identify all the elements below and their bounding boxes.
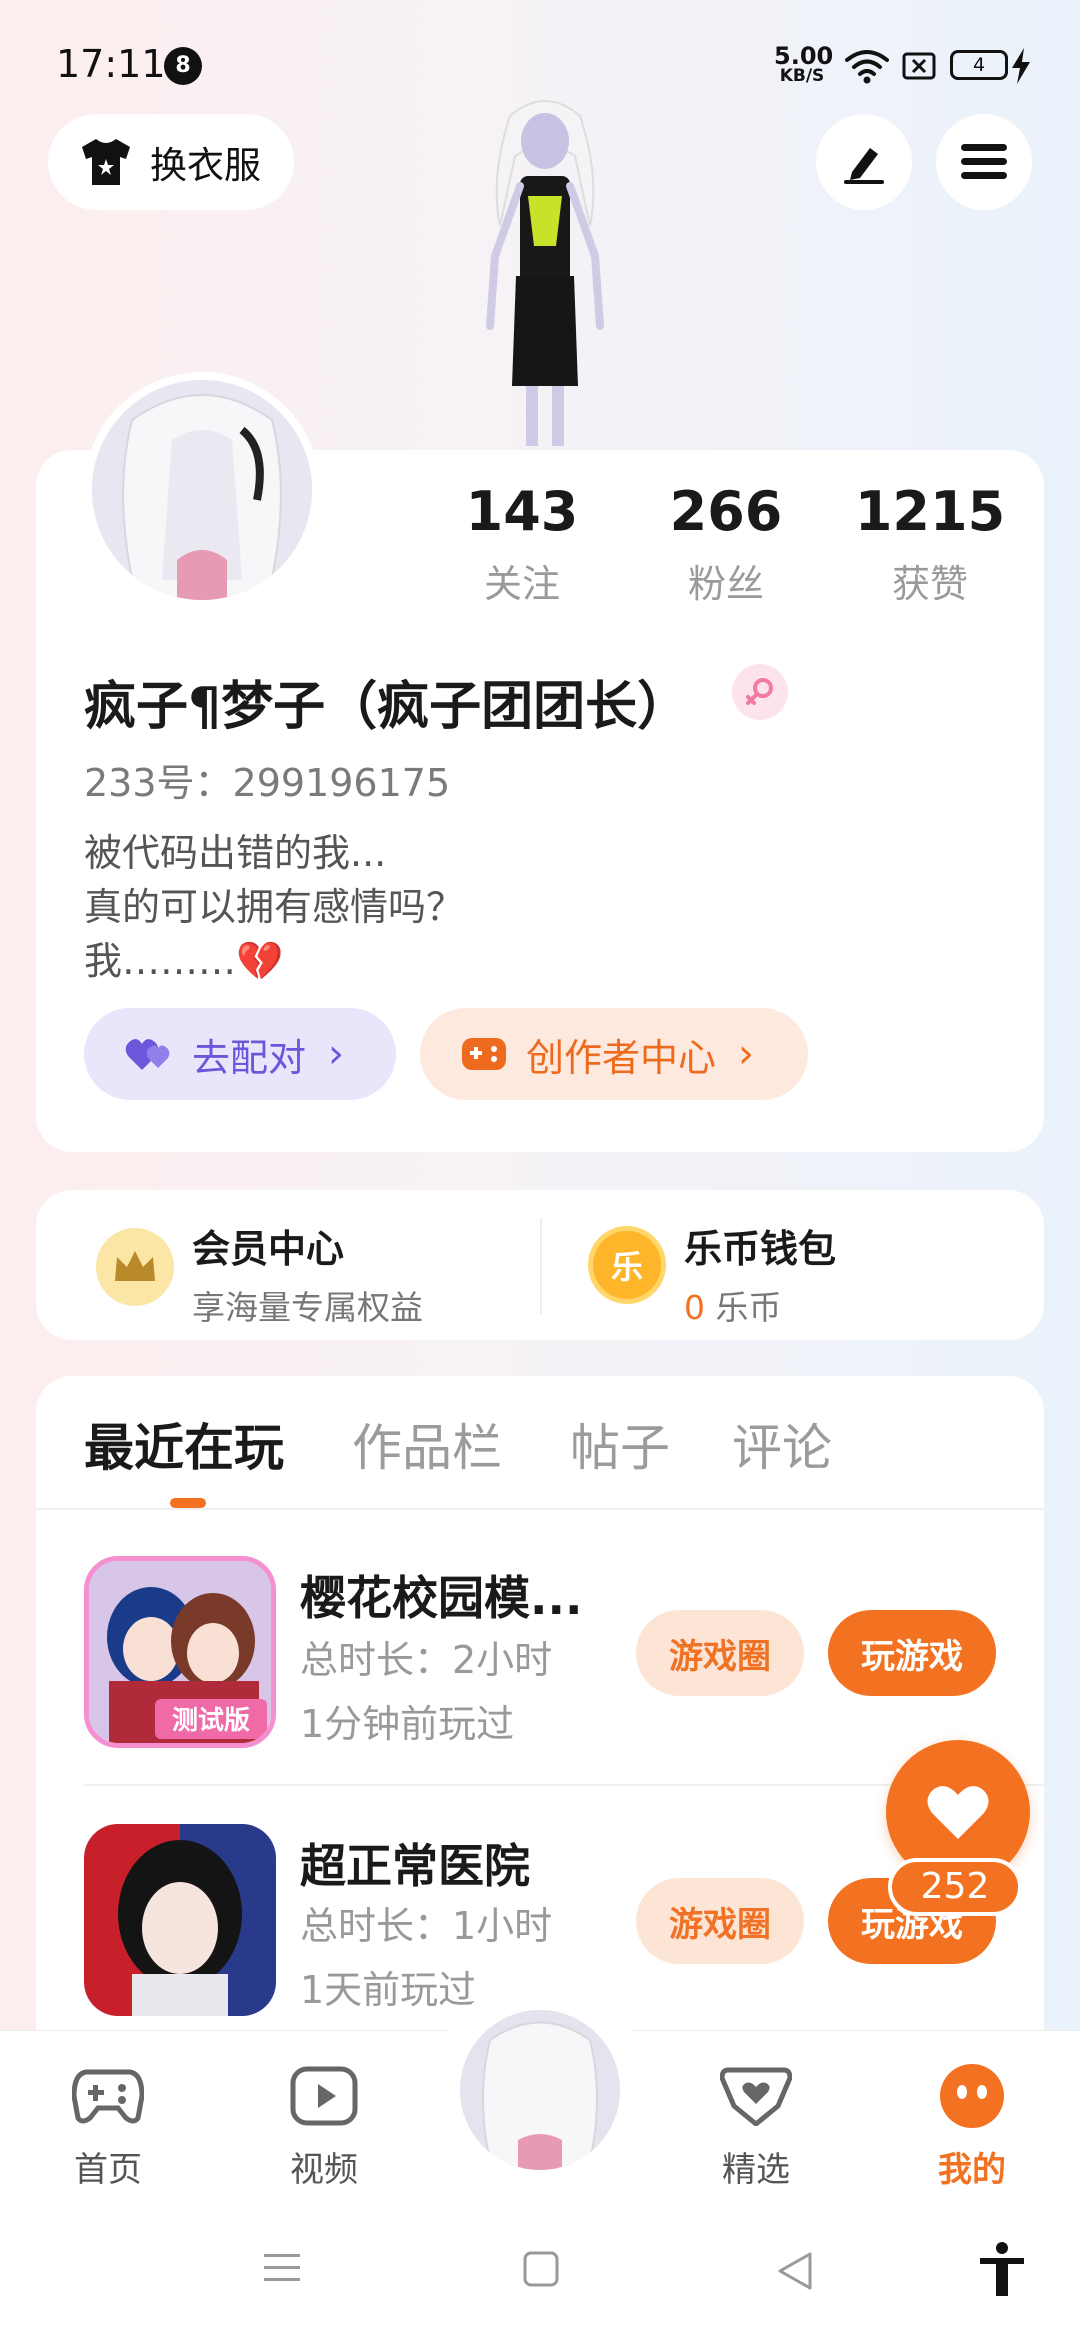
sakura-school-art-icon: 测试版 (89, 1561, 271, 1743)
member-divider (540, 1218, 542, 1314)
game-duration: 总时长：2小时 (300, 1638, 553, 1682)
nav-featured-label: 精选 (722, 2150, 790, 2190)
nav-mine[interactable]: 我的 (902, 2056, 1042, 2191)
bio: 被代码出错的我... 真的可以拥有感情吗？ 我………💔 (84, 826, 464, 988)
game-icon-hospital[interactable] (84, 1824, 276, 2016)
creator-center-label: 创作者中心 (526, 1035, 717, 1080)
network-speed-unit: KB/S (779, 66, 825, 86)
charging-bolt-icon (1012, 48, 1030, 84)
nav-video-label: 视频 (290, 2150, 358, 2190)
nav-video[interactable]: 视频 (254, 2056, 394, 2191)
face-icon (940, 2064, 1004, 2128)
game-name[interactable]: 超正常医院 (300, 1830, 530, 1896)
tab-posts[interactable]: 帖子 (570, 1408, 670, 1480)
network-speed: 5.00 KB/S (774, 42, 834, 86)
following-count: 143 (465, 480, 579, 543)
heart-chat-icon (720, 2067, 792, 2126)
stat-following[interactable]: 143 关注 (432, 480, 612, 608)
user-id: 233号：299196175 (84, 761, 451, 805)
hospital-game-art-icon (84, 1824, 276, 2016)
female-gender-icon (732, 664, 788, 720)
back-triangle-icon[interactable] (776, 2250, 814, 2292)
tab-works[interactable]: 作品栏 (352, 1408, 502, 1480)
tabs-divider (36, 1508, 1044, 1510)
nav-featured[interactable]: 精选 (686, 2056, 826, 2191)
chevron-right-icon: › (328, 1031, 345, 1077)
bio-line: 真的可以拥有感情吗？ (84, 885, 465, 929)
hamburger-menu-icon (961, 144, 1007, 179)
like-count: 252 (888, 1858, 1022, 1916)
wallet-balance: 0 乐币 (684, 1281, 836, 1329)
avatar-illustration-icon (92, 380, 312, 600)
game-circle-button[interactable]: 游戏圈 (636, 1878, 804, 1964)
gamepad-icon (72, 2069, 144, 2124)
tab-recently-played[interactable]: 最近在玩 (84, 1408, 284, 1480)
profile-avatar[interactable] (84, 372, 320, 608)
change-outfit-button[interactable]: 换衣服 (48, 114, 294, 210)
pair-label: 去配对 (192, 1035, 307, 1080)
stat-followers[interactable]: 266 粉丝 (636, 480, 816, 608)
wallet-amount: 0 (684, 1288, 705, 1327)
recent-apps-icon[interactable] (262, 2250, 302, 2286)
stat-likes[interactable]: 1215 获赞 (840, 480, 1020, 608)
edit-profile-button[interactable] (816, 114, 912, 210)
tab-comments[interactable]: 评论 (732, 1408, 832, 1480)
crown-icon (96, 1228, 174, 1306)
menu-button[interactable] (936, 114, 1032, 210)
game-circle-button[interactable]: 游戏圈 (636, 1610, 804, 1696)
no-sim-icon (902, 52, 936, 80)
bio-line: 被代码出错的我... (84, 831, 387, 875)
likes-count: 1215 (854, 480, 1006, 543)
vip-title: 会员中心 (192, 1227, 345, 1271)
game-icon-sakura[interactable]: 测试版 (84, 1556, 276, 1748)
likes-label: 获赞 (891, 562, 968, 606)
center-avatar-button[interactable] (454, 2004, 626, 2176)
game-last-played: 1分钟前玩过 (300, 1702, 515, 1746)
bio-line: 我………💔 (84, 939, 284, 983)
pencil-icon (844, 148, 884, 184)
coin-icon: 乐 (588, 1226, 666, 1304)
heart-icon (927, 1786, 989, 1839)
username: 疯子¶梦子（疯子团团长） (84, 677, 690, 737)
double-heart-icon (125, 1039, 170, 1070)
play-icon (290, 2066, 358, 2126)
pair-button[interactable]: 去配对 › (84, 1008, 396, 1100)
game-name[interactable]: 樱花校园模... (300, 1562, 582, 1628)
following-label: 关注 (483, 562, 560, 606)
chevron-right-icon: › (738, 1031, 755, 1077)
accessibility-icon[interactable] (978, 2242, 1026, 2298)
game-duration: 总时长：1小时 (300, 1904, 553, 1948)
vip-center-entry[interactable]: 会员中心 享海量专属权益 (192, 1218, 423, 1329)
avatar-3d-figure[interactable] (470, 96, 620, 450)
tab-active-indicator (170, 1498, 206, 1508)
followers-label: 粉丝 (687, 562, 764, 606)
nav-mine-label: 我的 (938, 2150, 1006, 2190)
change-outfit-label: 换衣服 (150, 144, 261, 187)
game-meta: 总时长：2小时 1分钟前玩过 (300, 1628, 552, 1756)
avatar-illustration-icon (460, 2010, 620, 2170)
wallet-entry[interactable]: 乐币钱包 0 乐币 (684, 1218, 836, 1329)
wallet-unit: 乐币 (715, 1288, 782, 1327)
test-version-badge: 测试版 (172, 1706, 250, 1736)
creator-center-button[interactable]: 创作者中心 › (420, 1008, 808, 1100)
play-game-button[interactable]: 玩游戏 (828, 1610, 996, 1696)
battery-indicator: 4 (950, 50, 1008, 80)
home-square-icon[interactable] (522, 2250, 560, 2288)
status-time: 17:11 (56, 42, 166, 86)
gamepad-icon (462, 1038, 506, 1070)
vip-subtitle: 享海量专属权益 (192, 1288, 423, 1327)
nav-home-label: 首页 (74, 2150, 142, 2190)
nav-home[interactable]: 首页 (38, 2056, 178, 2191)
wifi-icon (845, 50, 889, 84)
followers-count: 266 (669, 480, 783, 543)
network-speed-value: 5.00 (774, 42, 834, 70)
tshirt-icon (82, 139, 130, 185)
notification-count-badge: 8 (164, 47, 202, 85)
wallet-title: 乐币钱包 (684, 1227, 837, 1271)
